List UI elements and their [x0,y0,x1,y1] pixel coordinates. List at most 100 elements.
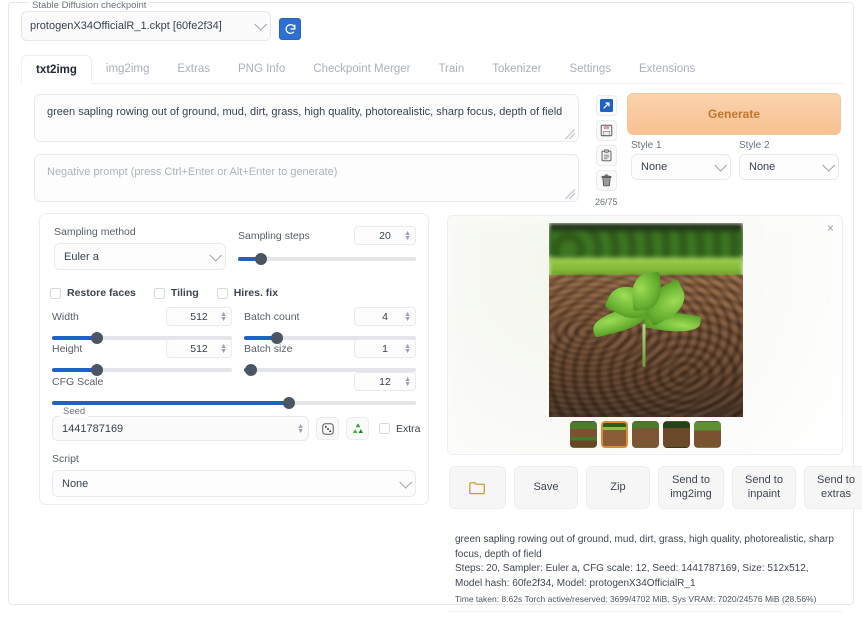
chevron-down-icon [714,158,728,172]
negative-prompt-input[interactable]: Negative prompt (press Ctrl+Enter or Alt… [34,154,579,202]
tab-train[interactable]: Train [424,55,478,83]
thumbnail-strip [448,421,842,448]
height-label: Height [52,342,83,355]
styles-row: Style 1 None Style 2 None [631,140,839,180]
trash-icon[interactable] [595,170,617,191]
stepper-icon[interactable]: ▲ ▼ [404,376,411,388]
result-actions: Save Zip Send to img2img Send to inpaint… [449,466,862,509]
thumbnail-item[interactable] [631,421,659,448]
app-page: Stable Diffusion checkpoint protogenX34O… [0,0,862,619]
value-text: 20 [379,229,391,242]
stepper-icon[interactable]: ▲ ▼ [404,343,411,355]
clipboard-paste-icon[interactable] [595,145,617,166]
open-folder-button[interactable] [449,466,506,509]
zip-button[interactable]: Zip [586,466,650,509]
token-counter: 26/75 [595,197,618,207]
batch-count-value[interactable]: 4 ▲ ▼ [354,307,416,326]
sampling-method-select[interactable]: Euler a [54,243,226,270]
value-text: 1 [382,342,388,355]
close-icon[interactable]: × [827,222,834,234]
batch-size-value[interactable]: 1 ▲ ▼ [354,339,416,358]
chevron-down-icon [822,158,836,172]
value-text: 12 [379,375,391,388]
prompt-input[interactable]: green sapling rowing out of ground, mud,… [34,94,579,142]
prompt-tool-column: 26/75 [595,95,618,207]
extra-label: Extra [396,422,421,435]
tab-img2img[interactable]: img2img [92,55,163,83]
restore-faces-checkbox[interactable]: Restore faces [50,287,136,299]
seed-input[interactable]: Seed 1441787169 ▲ ▼ [52,406,309,441]
generated-image[interactable] [549,223,743,417]
value-text: 4 [382,310,388,323]
resize-grip[interactable] [565,189,575,199]
tiling-checkbox[interactable]: Tiling [153,287,199,299]
stepper-icon[interactable]: ▲ ▼ [220,311,227,323]
chevron-down-icon [209,248,223,262]
cfg-scale-slider[interactable] [52,397,416,409]
seed-label: Seed [60,406,89,417]
extra-checkbox[interactable]: Extra [379,423,421,435]
tab-settings[interactable]: Settings [555,55,625,83]
prompt-area: green sapling rowing out of ground, mud,… [34,94,579,202]
slider-knob[interactable] [255,253,268,265]
slider-knob[interactable] [282,397,295,409]
thumbnail-item[interactable] [600,421,628,448]
thumbnail-item[interactable] [693,421,721,448]
save-button[interactable]: Save [514,466,578,509]
recycle-icon[interactable] [346,417,369,440]
arrow-resize-icon[interactable] [595,95,617,116]
info-prompt: green sapling rowing out of ground, mud,… [455,534,834,560]
tab-extensions[interactable]: Extensions [625,55,709,83]
style-2-field: Style 2 None [739,140,839,180]
checkpoint-select[interactable]: Stable Diffusion checkpoint protogenX34O… [21,0,271,41]
send-to-inpaint-button[interactable]: Send to inpaint [732,466,796,509]
stepper-icon[interactable]: ▲ ▼ [404,311,411,323]
stepper-icon[interactable]: ▲ ▼ [220,343,227,355]
generation-info: green sapling rowing out of ground, mud,… [449,527,842,613]
style-1-field: Style 1 None [631,140,731,180]
script-select[interactable]: None [52,470,416,497]
dice-icon[interactable] [316,417,339,440]
floppy-save-icon[interactable] [595,120,617,141]
checkbox-box[interactable] [216,287,228,299]
thumbnail-item[interactable] [662,421,690,448]
stepper-icon[interactable]: ▲ ▼ [404,230,411,242]
width-value[interactable]: 512 ▲ ▼ [166,307,232,326]
style-1-select[interactable]: None [631,154,731,180]
style-2-select[interactable]: None [739,154,839,180]
generate-button[interactable]: Generate [627,93,841,135]
tab-label: img2img [105,63,150,75]
sampling-steps-slider[interactable] [238,253,416,265]
app-frame: Stable Diffusion checkpoint protogenX34O… [8,0,862,613]
info-params: Steps: 20, Sampler: Euler a, CFG scale: … [455,563,809,589]
checkbox-box[interactable] [153,287,165,299]
script-label: Script [52,453,79,465]
slider-fill [52,401,289,405]
tab-checkpoint-merger[interactable]: Checkpoint Merger [299,55,424,83]
tab-extras[interactable]: Extras [163,55,224,83]
checkbox-box[interactable] [50,287,61,299]
thumbnail-item[interactable] [569,421,597,448]
refresh-icon[interactable] [279,18,301,40]
tab-label: Extras [177,63,210,75]
height-value[interactable]: 512 ▲ ▼ [166,339,232,358]
cfg-scale-field: CFG Scale 12 ▲ ▼ [52,372,416,409]
tab-label: txt2img [36,63,77,76]
sampling-steps-label: Sampling steps [238,229,310,242]
send-to-extras-button[interactable]: Send to extras [804,466,862,509]
tab-label: Extensions [639,63,696,75]
sampling-steps-value[interactable]: 20 ▲ ▼ [354,226,416,245]
chevron-down-icon [254,17,268,31]
stepper-icon[interactable]: ▲ ▼ [297,423,304,435]
tab-png-info[interactable]: PNG Info [224,55,299,83]
tab-txt2img[interactable]: txt2img [21,55,92,84]
resize-grip[interactable] [565,129,575,139]
checkpoint-row: Stable Diffusion checkpoint protogenX34O… [21,0,301,41]
hires-fix-checkbox[interactable]: Hires. fix [216,287,278,299]
tab-tokenizer[interactable]: Tokenizer [478,55,555,83]
seed-value: 1441787169 [62,422,124,435]
checkbox-box[interactable] [379,423,390,434]
checkpoint-label: Stable Diffusion checkpoint [29,0,150,11]
cfg-scale-value[interactable]: 12 ▲ ▼ [354,372,416,391]
send-to-img2img-button[interactable]: Send to img2img [658,466,724,509]
